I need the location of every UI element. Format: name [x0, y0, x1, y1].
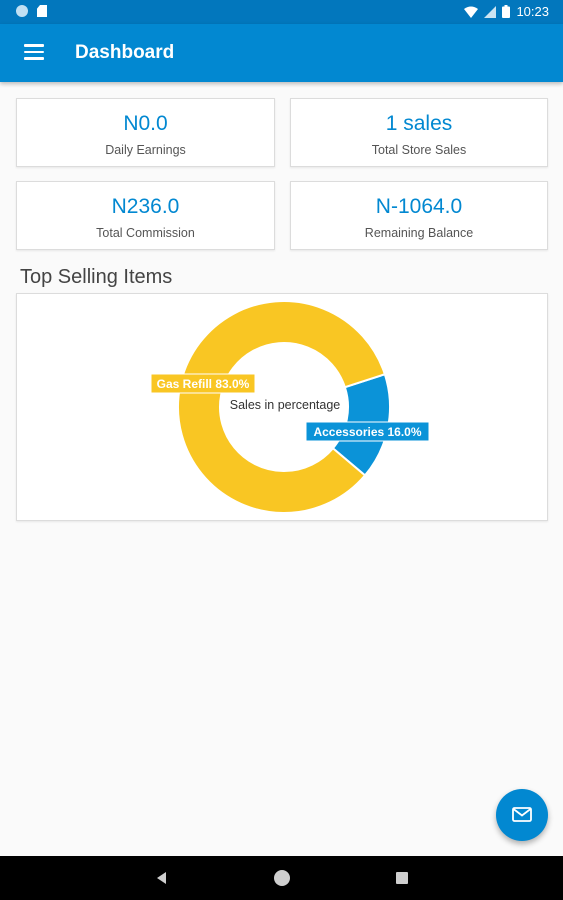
sd-card-icon	[37, 5, 47, 17]
hamburger-menu-icon[interactable]	[24, 44, 44, 62]
status-time: 10:23	[516, 4, 549, 19]
stat-value: N-1064.0	[375, 195, 463, 218]
stat-value: 1 sales	[385, 112, 453, 135]
stat-card-remaining-balance: N-1064.0 Remaining Balance	[290, 181, 548, 250]
stat-value: N0.0	[123, 112, 168, 135]
stat-label: Total Commission	[96, 226, 195, 240]
system-nav-bar	[0, 856, 563, 900]
stat-label: Total Store Sales	[371, 143, 467, 157]
slice-label-accessories: Accessories 16.0%	[305, 421, 430, 442]
stat-label: Remaining Balance	[364, 226, 474, 240]
notification-dot-icon	[16, 5, 28, 17]
signal-icon	[484, 5, 497, 18]
svg-text:Accessories 16.0%: Accessories 16.0%	[313, 425, 421, 439]
top-selling-chart-card: Gas Refill 83.0% Accessories 16.0% Sales i…	[16, 293, 548, 521]
stat-card-total-store-sales: 1 sales Total Store Sales	[290, 98, 548, 167]
svg-text:Gas Refill 83.0%: Gas Refill 83.0%	[157, 377, 250, 391]
chart-center-text: Sales in percentage	[230, 398, 341, 412]
mail-icon	[512, 807, 532, 822]
donut-chart: Gas Refill 83.0% Accessories 16.0% Sales i…	[150, 300, 430, 514]
status-bar: 10:23	[0, 0, 563, 24]
stat-card-total-commission: N236.0 Total Commission	[16, 181, 275, 250]
page-title: Dashboard	[75, 42, 175, 63]
section-title: Top Selling Items	[20, 266, 173, 288]
recent-apps-icon[interactable]	[396, 872, 408, 884]
stat-card-daily-earnings: N0.0 Daily Earnings	[16, 98, 275, 167]
slice-label-gas-refill: Gas Refill 83.0%	[150, 373, 256, 394]
home-icon[interactable]	[274, 870, 290, 886]
wifi-icon	[464, 6, 479, 18]
stat-label: Daily Earnings	[105, 143, 186, 157]
stat-value: N236.0	[111, 195, 180, 218]
back-icon[interactable]	[157, 872, 166, 884]
battery-icon	[502, 5, 511, 18]
message-fab-button[interactable]	[496, 789, 548, 841]
app-bar: Dashboard	[0, 24, 563, 82]
